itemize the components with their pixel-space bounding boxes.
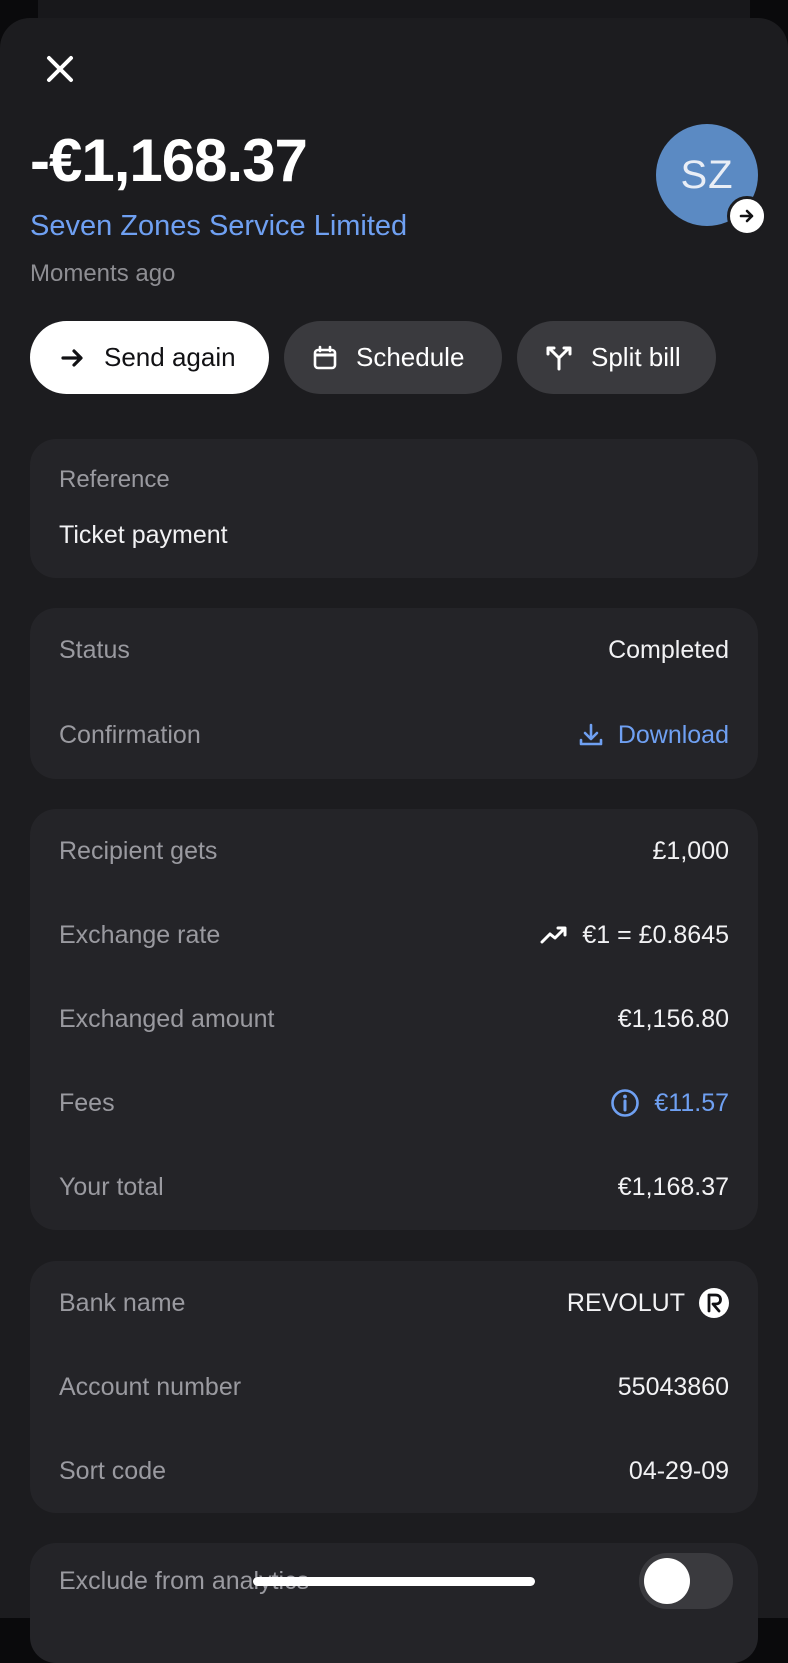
recipient-label: Recipient gets xyxy=(59,836,218,865)
reference-value[interactable]: Ticket payment xyxy=(59,521,228,550)
sort-code-label: Sort code xyxy=(59,1456,167,1485)
sort-code-value[interactable]: 04-29-09 xyxy=(629,1457,729,1486)
download-icon xyxy=(579,723,603,746)
total-value: €1,168.37 xyxy=(617,1172,729,1201)
bank-name-value: REVOLUT xyxy=(566,1288,685,1317)
total-label: Your total xyxy=(59,1172,164,1201)
recipient-value: £1,000 xyxy=(652,836,729,865)
account-number-value[interactable]: 55043860 xyxy=(618,1373,729,1402)
status-row: Status Completed xyxy=(59,630,729,670)
fees-value-group[interactable]: €11.57 xyxy=(610,1088,729,1118)
total-row: Your total €1,168.37 xyxy=(59,1167,729,1207)
reference-label: Reference xyxy=(59,466,170,493)
bank-name-value-group: REVOLUT xyxy=(567,1288,729,1318)
account-number-row: Account number 55043860 xyxy=(59,1367,729,1407)
close-icon xyxy=(47,56,73,82)
transaction-time: Moments ago xyxy=(30,260,176,287)
reference-card: Reference Ticket payment xyxy=(30,439,758,578)
merchant-link[interactable]: Seven Zones Service Limited xyxy=(30,208,407,244)
exchanged-amount-row: Exchanged amount €1,156.80 xyxy=(59,999,729,1039)
exclude-analytics-toggle[interactable] xyxy=(639,1553,733,1609)
exchange-rate-label: Exchange rate xyxy=(59,920,221,949)
exchange-rate-value: €1 = £0.8645 xyxy=(582,920,729,949)
avatar-initials: SZ xyxy=(680,152,734,197)
trend-up-icon xyxy=(540,926,567,944)
fees-value: €11.57 xyxy=(654,1088,729,1117)
send-again-label: Send again xyxy=(104,342,236,372)
transaction-amount: -€1,168.37 xyxy=(30,127,308,194)
bank-details-card: Bank name REVOLUT Account number 5504386… xyxy=(30,1261,758,1513)
revolut-logo-icon xyxy=(699,1288,729,1318)
close-button[interactable] xyxy=(38,47,82,91)
status-label: Status xyxy=(59,635,130,664)
fees-row[interactable]: Fees €11.57 xyxy=(59,1083,729,1123)
confirmation-row: Confirmation Download xyxy=(59,715,729,755)
account-number-label: Account number xyxy=(59,1372,242,1401)
schedule-label: Schedule xyxy=(356,342,465,372)
status-card: Status Completed Confirmation Download xyxy=(30,608,758,779)
exchange-card: Recipient gets £1,000 Exchange rate €1 =… xyxy=(30,809,758,1230)
exchanged-amount-value: €1,156.80 xyxy=(617,1004,729,1033)
toggle-knob xyxy=(644,1558,690,1604)
download-button[interactable]: Download xyxy=(578,721,729,750)
action-buttons: Send again Schedule Split bill xyxy=(30,321,716,394)
split-bill-label: Split bill xyxy=(591,342,681,372)
exchange-rate-row[interactable]: Exchange rate €1 = £0.8645 xyxy=(59,915,729,955)
send-again-button[interactable]: Send again xyxy=(30,321,269,394)
exchanged-amount-label: Exchanged amount xyxy=(59,1004,275,1033)
arrow-right-icon xyxy=(739,209,754,223)
calendar-icon xyxy=(313,345,337,369)
download-label: Download xyxy=(617,720,729,749)
status-value: Completed xyxy=(608,635,729,664)
arrow-right-icon xyxy=(61,348,83,367)
split-icon xyxy=(546,346,572,370)
sort-code-row: Sort code 04-29-09 xyxy=(59,1451,729,1491)
recipient-row: Recipient gets £1,000 xyxy=(59,831,729,871)
bank-name-row: Bank name REVOLUT xyxy=(59,1283,729,1323)
home-indicator[interactable] xyxy=(253,1577,535,1586)
confirmation-label: Confirmation xyxy=(59,720,201,749)
schedule-button[interactable]: Schedule xyxy=(284,321,502,394)
info-icon xyxy=(611,1089,640,1117)
avatar-arrow-badge[interactable] xyxy=(727,196,767,236)
exchange-rate-value-group: €1 = £0.8645 xyxy=(540,921,729,950)
fees-label: Fees xyxy=(59,1088,115,1117)
split-bill-button[interactable]: Split bill xyxy=(517,321,716,394)
bank-name-label: Bank name xyxy=(59,1288,186,1317)
analytics-card: Exclude from analytics xyxy=(30,1543,758,1663)
